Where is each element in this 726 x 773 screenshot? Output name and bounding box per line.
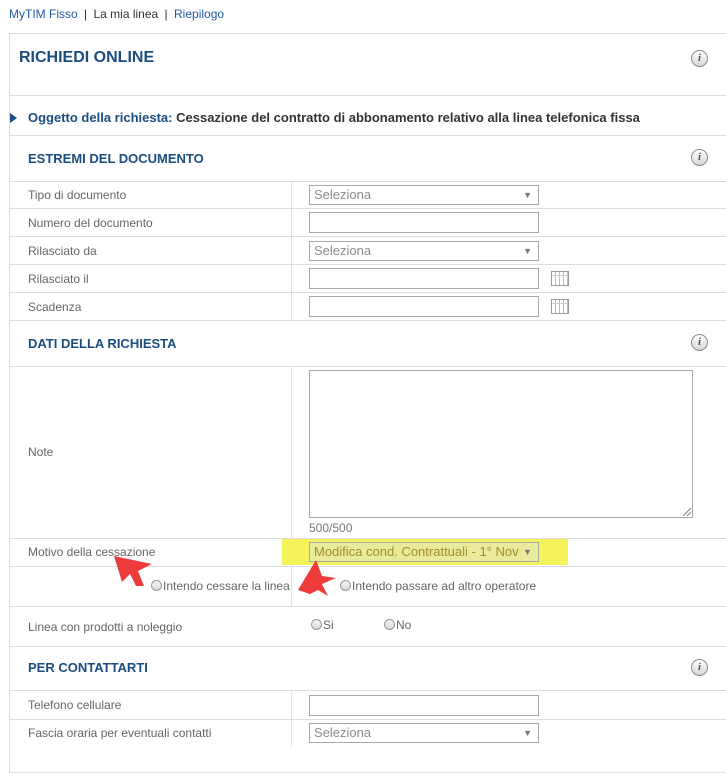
divider	[10, 95, 726, 96]
resize-grip-icon[interactable]	[683, 508, 691, 516]
radio-button-icon[interactable]	[311, 619, 322, 630]
calendar-icon[interactable]	[551, 299, 569, 314]
rilasciato-il-label: Rilasciato il	[28, 272, 89, 286]
radio-button-icon[interactable]	[384, 619, 395, 630]
note-textarea[interactable]	[309, 370, 693, 518]
annotation-arrow-shape	[114, 556, 152, 586]
radio-noleggio-no[interactable]: No	[384, 618, 411, 632]
divider	[10, 264, 726, 265]
numero-documento-label: Numero del documento	[28, 216, 153, 230]
info-icon[interactable]: i	[691, 50, 708, 67]
radio-noleggio-si[interactable]: Si	[311, 618, 334, 632]
scadenza-input[interactable]	[309, 296, 539, 317]
calendar-icon[interactable]	[551, 271, 569, 286]
tipo-documento-select[interactable]: Seleziona ▼	[309, 185, 539, 205]
request-subject-value: Cessazione del contratto di abbonamento …	[176, 110, 640, 125]
breadcrumb-riepilogo[interactable]: Riepilogo	[174, 7, 224, 21]
annotation-arrow-shape	[298, 560, 336, 596]
column-divider	[291, 366, 292, 538]
section-title-estremi: ESTREMI DEL DOCUMENTO	[28, 151, 204, 166]
annotation-arrow-icon	[114, 556, 152, 586]
divider	[10, 690, 726, 691]
info-icon[interactable]: i	[691, 334, 708, 351]
fascia-oraria-value: Seleziona	[314, 725, 372, 740]
divider	[10, 606, 726, 607]
divider	[10, 208, 726, 209]
tipo-documento-label: Tipo di documento	[28, 188, 127, 202]
chevron-down-icon: ▼	[523, 728, 532, 738]
radio-noleggio-no-label: No	[396, 618, 412, 632]
fascia-oraria-select[interactable]: Seleziona ▼	[309, 723, 539, 743]
request-subject-label: Oggetto della richiesta:	[28, 110, 173, 125]
note-label: Note	[28, 445, 54, 459]
rilasciato-da-label: Rilasciato da	[28, 244, 97, 258]
breadcrumb-mytim-fisso[interactable]: MyTIM Fisso	[9, 7, 78, 21]
divider	[10, 646, 726, 647]
column-divider	[291, 181, 292, 321]
annotation-arrow-icon	[298, 560, 336, 596]
divider	[10, 719, 726, 720]
scadenza-label: Scadenza	[28, 300, 82, 314]
divider	[10, 135, 726, 136]
request-subject: Oggetto della richiesta: Cessazione del …	[10, 110, 640, 125]
divider	[10, 236, 726, 237]
note-char-counter: 500/500	[309, 521, 353, 535]
info-icon[interactable]: i	[691, 149, 708, 166]
triangle-right-icon	[10, 113, 17, 123]
numero-documento-input[interactable]	[309, 212, 539, 233]
noleggio-label: Linea con prodotti a noleggio	[28, 620, 183, 634]
rilasciato-da-select[interactable]: Seleziona ▼	[309, 241, 539, 261]
tipo-documento-value: Seleziona	[314, 187, 372, 202]
breadcrumb-separator: |	[84, 7, 88, 21]
motivo-cessazione-select[interactable]: Modifica cond. Contrattuali - 1° Nov ▼	[309, 542, 539, 562]
radio-noleggio-si-label: Si	[323, 618, 334, 632]
breadcrumb-separator: |	[164, 7, 168, 21]
divider	[10, 292, 726, 293]
telefono-cellulare-label: Telefono cellulare	[28, 698, 122, 712]
chevron-down-icon: ▼	[520, 543, 532, 561]
divider	[10, 181, 726, 182]
section-title-contatti: PER CONTATTARTI	[28, 660, 148, 675]
rilasciato-da-value: Seleziona	[314, 243, 372, 258]
breadcrumb: MyTIM Fisso | La mia linea | Riepilogo	[9, 7, 224, 21]
breadcrumb-la-mia-linea: La mia linea	[93, 7, 159, 21]
divider	[10, 320, 726, 321]
chevron-down-icon: ▼	[523, 190, 532, 200]
info-icon[interactable]: i	[691, 659, 708, 676]
telefono-cellulare-input[interactable]	[309, 695, 539, 716]
fascia-oraria-label: Fascia oraria per eventuali contatti	[28, 726, 212, 740]
page-title: RICHIEDI ONLINE	[19, 49, 155, 66]
radio-passare-operatore[interactable]: Intendo passare ad altro operatore	[340, 579, 536, 593]
radio-passare-operatore-label: Intendo passare ad altro operatore	[352, 579, 537, 593]
radio-cessare-linea-label: Intendo cessare la linea	[163, 579, 290, 593]
radio-button-icon[interactable]	[340, 580, 351, 591]
section-title-dati: DATI DELLA RICHIESTA	[28, 336, 177, 351]
motivo-cessazione-value: Modifica cond. Contrattuali - 1° Nov	[314, 544, 519, 559]
radio-cessare-linea[interactable]: Intendo cessare la linea	[151, 579, 290, 593]
chevron-down-icon: ▼	[523, 246, 532, 256]
divider	[10, 366, 726, 367]
rilasciato-il-input[interactable]	[309, 268, 539, 289]
